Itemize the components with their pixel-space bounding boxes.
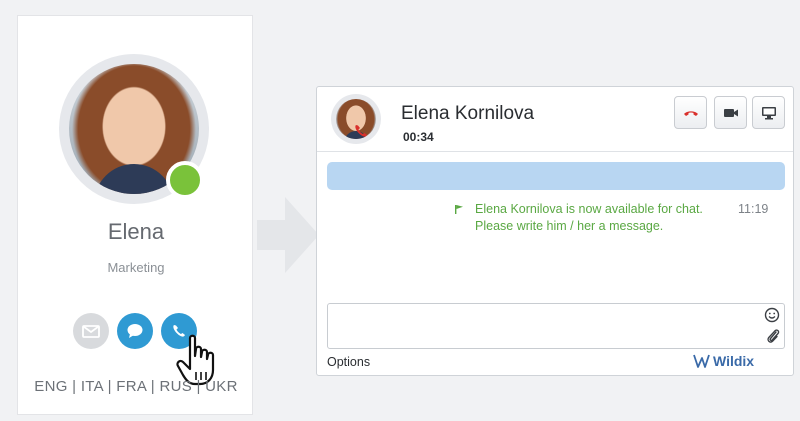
flag-icon [455,205,463,214]
message-timestamp: 11:19 [738,202,769,216]
envelope-icon [82,325,100,338]
chat-window: Elena Kornilova 00:34 Elena Kornilova is… [316,86,794,376]
options-link[interactable]: Options [327,355,370,369]
contact-card: Elena Marketing ENG | ITA | FRA | RUS | … [17,15,253,415]
message-input[interactable] [327,303,785,349]
brand-logo-text: Wildix [713,353,755,369]
video-button[interactable] [714,96,747,129]
contact-name: Elena [107,219,165,244]
video-camera-icon [724,109,738,117]
monitor-icon [762,107,776,120]
hangup-button[interactable] [674,96,707,129]
chat-contact-name: Elena Kornilova [401,103,535,124]
smiley-icon[interactable] [764,307,780,323]
active-call-icon [355,125,367,137]
language-selector[interactable]: ENG | ITA | FRA | RUS | UKR [18,378,254,395]
screen-share-button[interactable] [752,96,785,129]
chat-header: Elena Kornilova 00:34 [317,87,793,152]
avatar-shirt [94,164,174,194]
chat-button[interactable] [117,313,153,349]
phone-hangup-icon [684,111,698,116]
speech-bubble-icon [127,324,143,338]
contact-department: Marketing [107,260,165,275]
presence-status-indicator [166,161,204,199]
paperclip-icon[interactable] [766,327,780,345]
wildix-logo-icon [693,354,710,368]
call-timer: 00:34 [403,130,434,144]
call-status-banner [327,162,785,190]
email-button[interactable] [73,313,109,349]
system-message-text: Elena Kornilova is now available for cha… [475,202,703,233]
arrow-right-icon [257,197,319,273]
